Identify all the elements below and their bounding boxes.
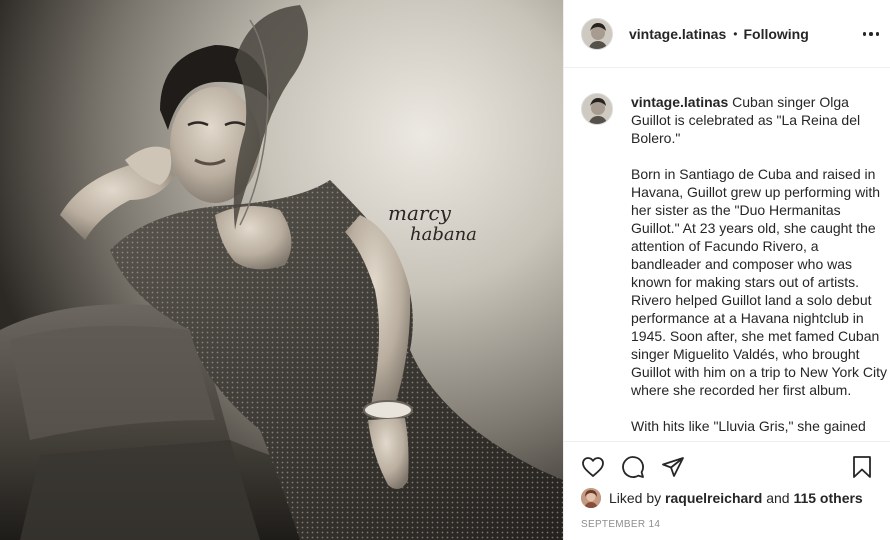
post-photo-illustration: marcy habana	[0, 0, 563, 540]
account-avatar[interactable]	[581, 17, 613, 50]
share-button[interactable]	[660, 454, 686, 480]
comment-button[interactable]	[620, 454, 646, 480]
caption-comment: vintage.latinas Cuban singer Olga Guillo…	[581, 93, 887, 441]
action-icons	[580, 454, 875, 480]
avatar-image	[582, 94, 612, 124]
like-button[interactable]	[580, 454, 606, 480]
post-date[interactable]: SEPTEMBER 14	[581, 519, 660, 530]
heart-icon	[582, 457, 604, 477]
signature-habana: habana	[410, 224, 477, 245]
liked-by-user[interactable]: raquelreichard	[665, 490, 762, 506]
caption-paragraph-2: Born in Santiago de Cuba and raised in H…	[631, 166, 887, 398]
more-horizontal-icon	[862, 32, 867, 36]
more-dot	[875, 32, 880, 36]
liked-by-prefix: Liked by	[609, 490, 662, 506]
comments-area[interactable]: vintage.latinas Cuban singer Olga Guillo…	[564, 69, 890, 441]
caption-paragraph: vintage.latinas Cuban singer Olga Guillo…	[631, 93, 887, 147]
post-sidebar: vintage.latinas • Following vintage.lati…	[563, 0, 890, 540]
header-username[interactable]: vintage.latinas	[629, 26, 726, 42]
save-button[interactable]	[849, 454, 875, 480]
liked-by-conj: and	[766, 490, 790, 506]
likes-summary: Liked by raquelreichard and 115 others	[581, 488, 863, 508]
liked-by-others[interactable]: 115 others	[793, 490, 862, 506]
share-icon	[662, 457, 684, 477]
liker-avatar-image	[581, 488, 601, 508]
post-actions: Liked by raquelreichard and 115 others S…	[564, 441, 890, 540]
caption-avatar[interactable]	[581, 93, 613, 125]
liker-avatar[interactable]	[581, 488, 601, 508]
more-options-button[interactable]	[859, 22, 883, 46]
post-photo[interactable]: marcy habana	[0, 0, 563, 540]
header-separator: •	[733, 26, 738, 41]
signature-marcy: marcy	[388, 201, 452, 225]
caption-text: vintage.latinas Cuban singer Olga Guillo…	[631, 93, 887, 441]
comment-icon	[622, 456, 644, 478]
following-button[interactable]: Following	[743, 26, 808, 42]
more-dot	[869, 32, 873, 36]
bookmark-icon	[853, 456, 871, 478]
caption-paragraph-3: With hits like "Lluvia Gris," she gained	[631, 418, 866, 434]
post-header: vintage.latinas • Following	[564, 0, 890, 68]
caption-username[interactable]: vintage.latinas	[631, 94, 728, 110]
avatar-image	[582, 18, 612, 49]
